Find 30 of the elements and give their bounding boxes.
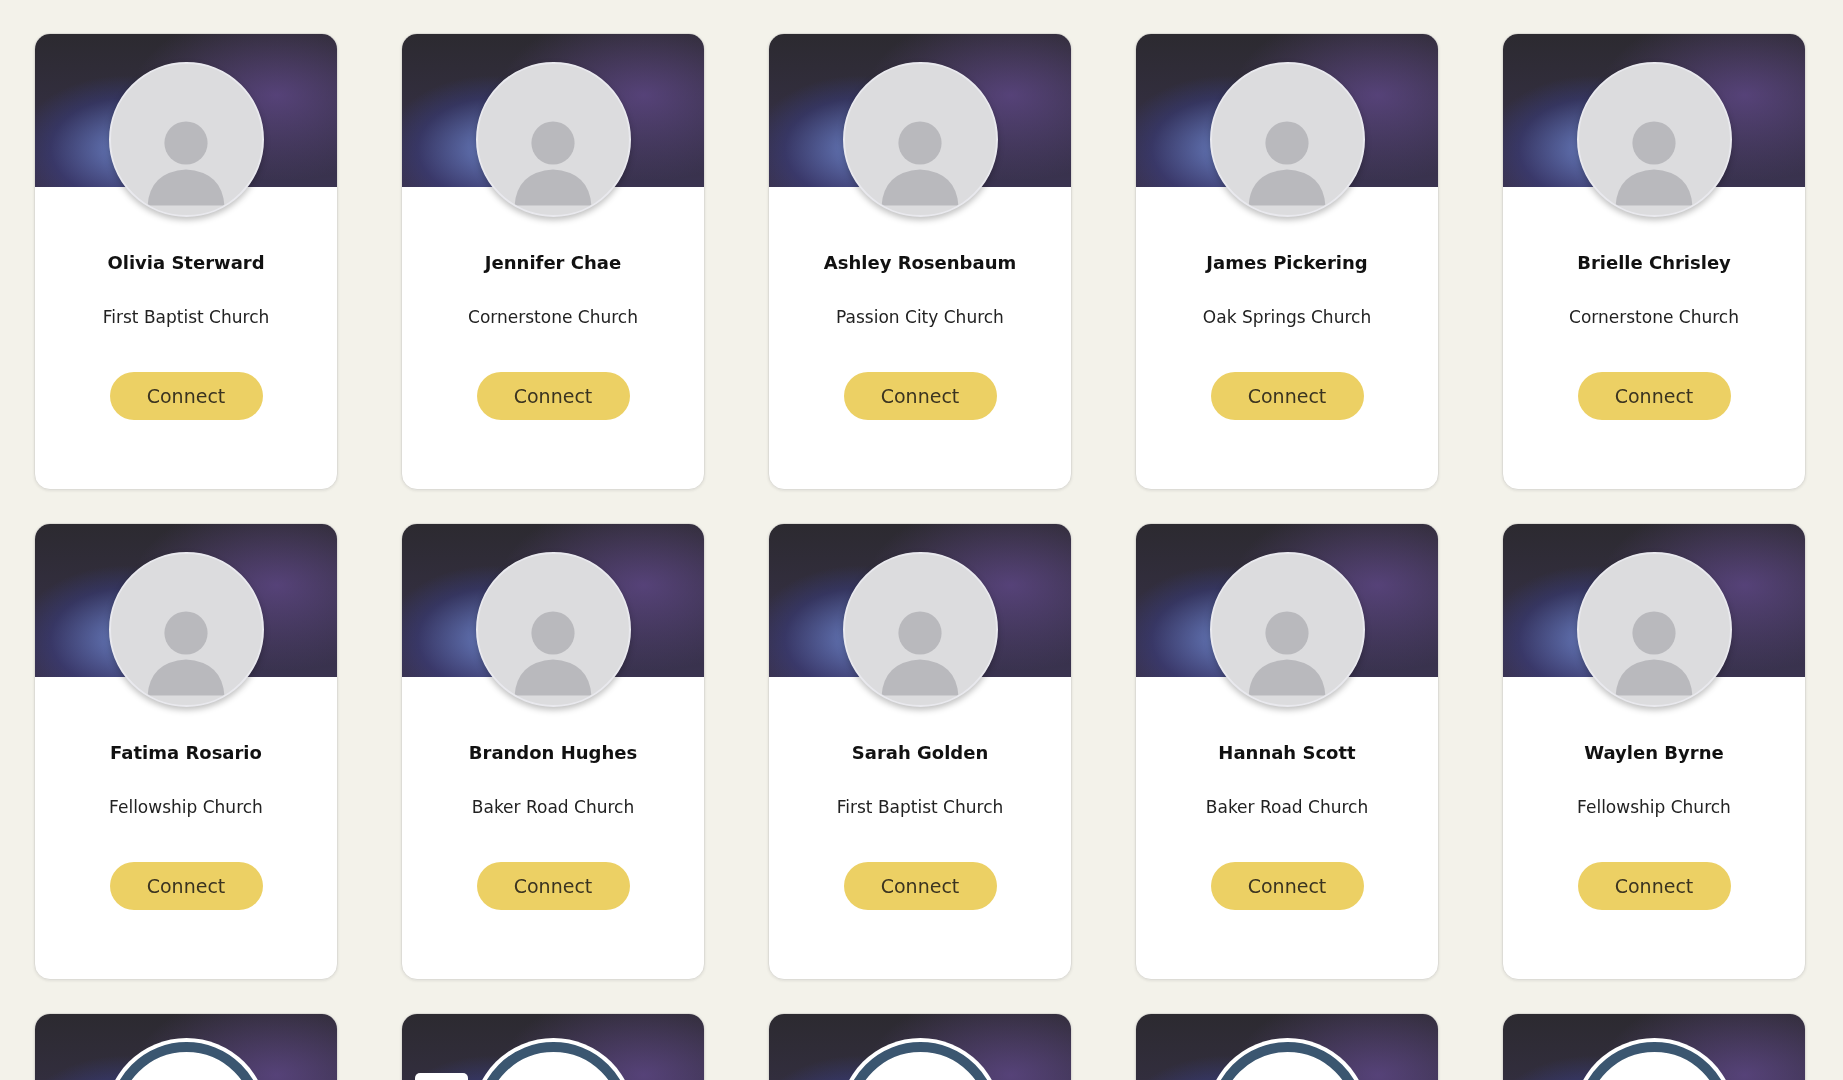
connect-button[interactable]: Connect [1210, 862, 1364, 910]
person-name: Ashley Rosenbaum [823, 251, 1017, 275]
person-name: Hannah Scott [1218, 741, 1356, 765]
church-name: First Baptist Church [102, 306, 270, 329]
connect-button[interactable]: Connect [843, 372, 997, 420]
church-name: Oak Springs Church [1202, 306, 1372, 329]
church-name: Cornerstone Church [468, 306, 638, 329]
person-name: Fatima Rosario [110, 741, 262, 765]
connect-button[interactable]: Connect [476, 862, 630, 910]
church-name: Baker Road Church [1205, 796, 1369, 819]
person-name: Sarah Golden [851, 741, 989, 765]
church-name: Fellowship Church [1577, 796, 1731, 819]
person-name: Brielle Chrisley [1577, 251, 1731, 275]
connect-button[interactable]: Connect [1210, 372, 1364, 420]
connect-button[interactable]: Connect [109, 862, 263, 910]
person-name: Waylen Byrne [1584, 741, 1724, 765]
connect-button[interactable]: Connect [109, 372, 263, 420]
church-name: Baker Road Church [471, 796, 635, 819]
church-name: First Baptist Church [836, 796, 1004, 819]
person-name: James Pickering [1206, 251, 1368, 275]
connect-button[interactable]: Connect [843, 862, 997, 910]
person-name: Jennifer Chae [484, 251, 622, 275]
church-name: Cornerstone Church [1569, 306, 1739, 329]
connect-button[interactable]: Connect [476, 372, 630, 420]
church-name: Fellowship Church [109, 796, 263, 819]
person-name: Olivia Sterward [107, 251, 265, 275]
church-name: Passion City Church [836, 306, 1004, 329]
connect-button[interactable]: Connect [1577, 372, 1731, 420]
person-name: Brandon Hughes [468, 741, 638, 765]
connect-button[interactable]: Connect [1577, 862, 1731, 910]
